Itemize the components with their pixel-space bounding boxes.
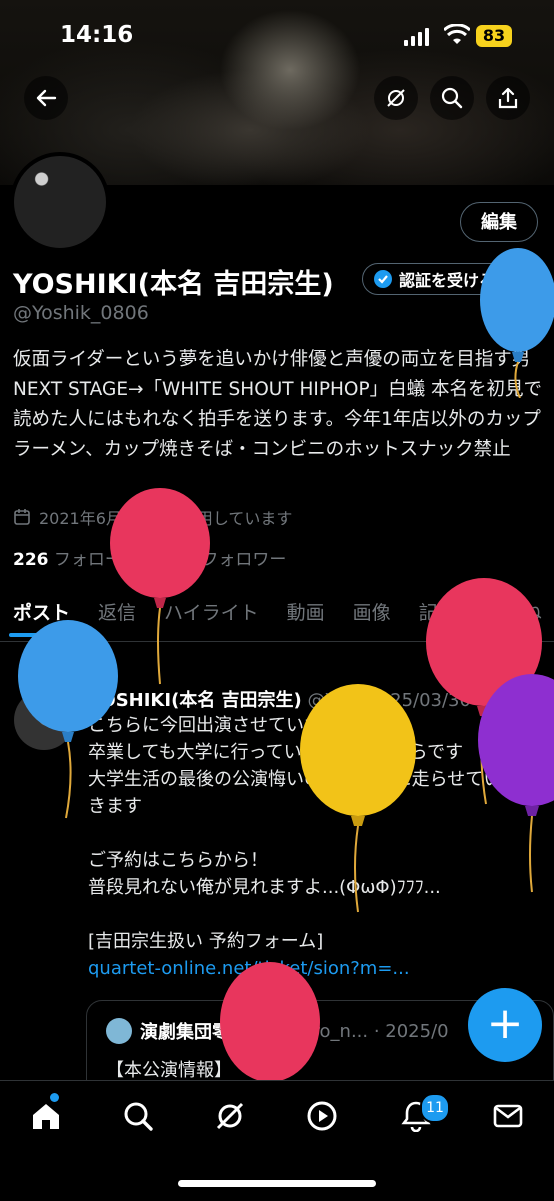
verified-badge-icon — [374, 270, 392, 288]
profile-bio: 仮面ライダーという夢を追いかけ俳優と声優の両立を目指す男 NEXT STAGE→… — [13, 349, 543, 460]
search-button[interactable] — [430, 76, 474, 120]
home-indicator — [178, 1180, 376, 1187]
share-icon — [498, 87, 518, 109]
grok-icon — [387, 89, 405, 107]
balloon-decoration — [220, 962, 320, 1082]
balloon-decoration — [18, 620, 118, 819]
balloon-decoration — [478, 674, 554, 893]
grok-nav-icon[interactable] — [214, 1100, 246, 1132]
grok-button[interactable] — [374, 76, 418, 120]
calendar-icon — [14, 509, 30, 525]
profile-handle: @Yoshik_0806 — [13, 302, 149, 324]
notifications-badge: 11 — [420, 1093, 450, 1123]
status-time: 14:16 — [60, 22, 134, 48]
explore-search-icon[interactable] — [122, 1100, 154, 1132]
share-button[interactable] — [486, 76, 530, 120]
quoted-text: 【本公演情報】 — [106, 1060, 232, 1081]
back-button[interactable] — [24, 76, 68, 120]
tab-photos[interactable]: 画像 — [353, 592, 391, 641]
wifi-icon — [444, 24, 470, 44]
tab-videos[interactable]: 動画 — [287, 592, 325, 641]
search-icon — [441, 87, 463, 109]
status-bar: 14:16 83 — [0, 0, 554, 70]
balloon-decoration — [300, 684, 416, 913]
following-count: 226 — [13, 550, 49, 570]
followers-label: フォロワー — [201, 550, 287, 570]
home-unread-dot — [50, 1093, 59, 1102]
battery-indicator: 83 — [476, 25, 512, 47]
home-icon[interactable] — [30, 1100, 62, 1132]
compose-post-button[interactable]: + — [468, 988, 542, 1062]
quoted-avatar — [106, 1018, 132, 1044]
messages-mail-icon[interactable] — [492, 1100, 524, 1132]
profile-name: YOSHIKI(本名 吉田宗生) — [13, 269, 334, 300]
video-play-icon[interactable] — [306, 1100, 338, 1132]
post-author[interactable]: YOSHIKI(本名 吉田宗生) — [88, 690, 302, 711]
cellular-signal-icon — [404, 28, 429, 46]
balloon-decoration — [480, 248, 554, 398]
plus-icon: + — [486, 998, 524, 1049]
arrow-left-icon — [36, 89, 57, 107]
balloon-decoration — [110, 488, 210, 685]
profile-avatar[interactable] — [10, 152, 110, 252]
edit-profile-button[interactable]: 編集 — [460, 202, 538, 242]
